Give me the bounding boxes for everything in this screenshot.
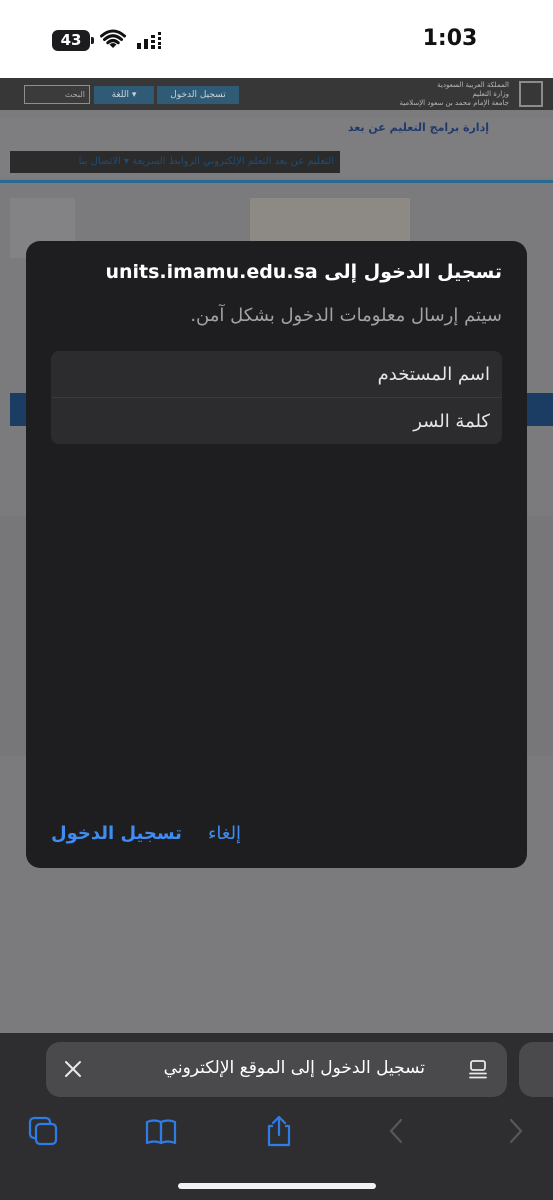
search-placeholder: البحث [64, 90, 85, 99]
tabs-icon[interactable] [26, 1114, 60, 1148]
university-line: المملكة العربية السعودية [437, 81, 509, 89]
username-input[interactable] [51, 351, 502, 397]
university-line: جامعة الإمام محمد بن سعود الإسلامية [399, 99, 509, 107]
university-name: المملكة العربية السعودية وزارة التعليم ج… [359, 81, 509, 108]
credential-fields [51, 351, 502, 444]
bookmarks-icon[interactable] [144, 1114, 178, 1148]
website-search-input[interactable]: البحث [24, 85, 90, 104]
tab-title: تسجيل الدخول إلى الموقع الإلكتروني [163, 1058, 425, 1078]
cancel-button[interactable]: إلغاء [208, 823, 241, 844]
website-language-button[interactable]: اللغة ▾ [94, 86, 154, 104]
status-time: 1:03 [422, 26, 478, 51]
password-input[interactable] [51, 398, 502, 444]
forward-icon[interactable] [498, 1114, 532, 1148]
dialog-actions: تسجيل الدخول إلغاء [51, 823, 241, 844]
department-title: إدارة برامج التعليم عن بعد [347, 121, 489, 134]
current-tab[interactable]: تسجيل الدخول إلى الموقع الإلكتروني [46, 1042, 507, 1097]
back-icon[interactable] [380, 1114, 414, 1148]
website-nav[interactable]: التعليم عن بعد التعلم الإلكتروني الروابط… [10, 151, 340, 173]
cellular-signal-icon [137, 32, 161, 49]
divider [0, 180, 553, 183]
university-line: وزارة التعليم [472, 90, 509, 98]
wifi-icon [100, 29, 126, 48]
close-icon[interactable] [62, 1058, 84, 1080]
battery-level: 43 [60, 31, 82, 49]
home-indicator [178, 1183, 376, 1189]
university-logo-icon [519, 81, 543, 107]
battery-icon: 43 [52, 30, 94, 51]
website-login-button[interactable]: تسجيل الدخول [157, 86, 239, 104]
dialog-title: تسجيل الدخول إلى units.imamu.edu.sa [105, 261, 502, 283]
auth-dialog: تسجيل الدخول إلى units.imamu.edu.sa سيتم… [26, 241, 527, 868]
login-button[interactable]: تسجيل الدخول [51, 823, 182, 844]
status-bar: 43 1:03 [0, 0, 553, 78]
dialog-subtitle: سيتم إرسال معلومات الدخول بشكل آمن. [190, 305, 502, 326]
share-icon[interactable] [262, 1114, 296, 1148]
website-header: المملكة العربية السعودية وزارة التعليم ج… [0, 78, 553, 110]
next-tab-preview[interactable] [519, 1042, 553, 1097]
tab-overview-icon[interactable] [467, 1058, 489, 1080]
